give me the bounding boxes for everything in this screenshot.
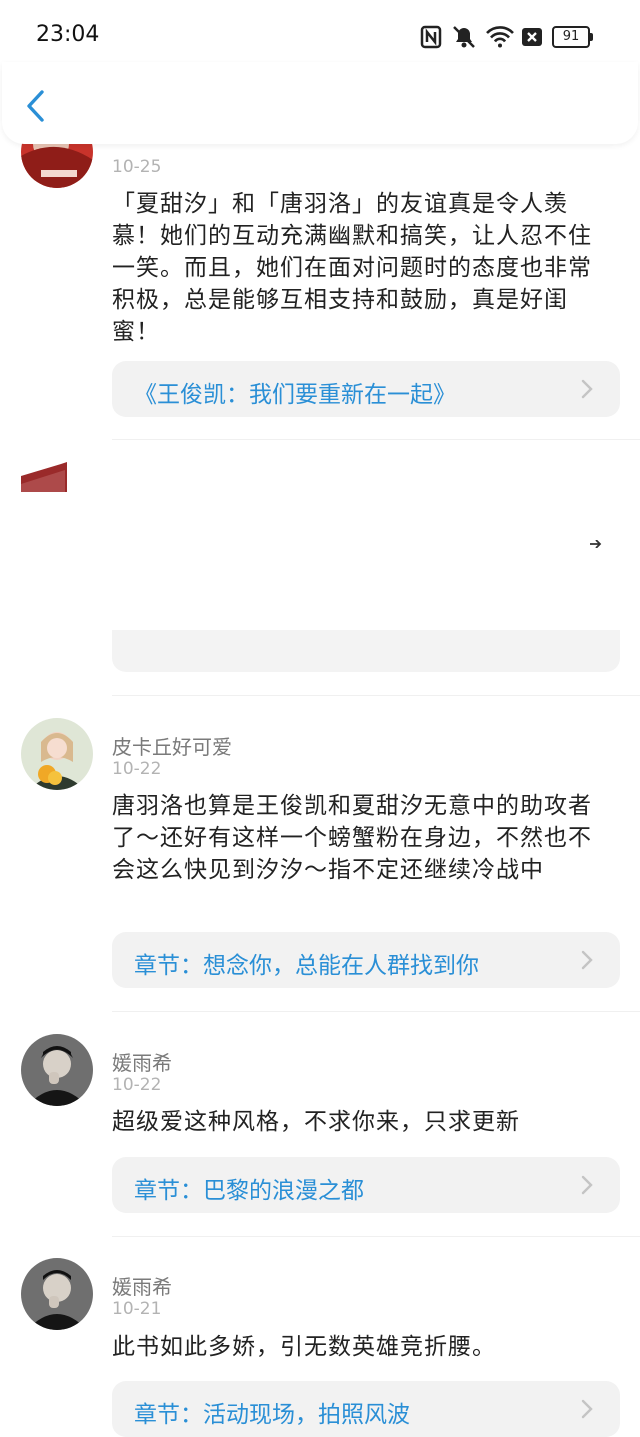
chapter-title: 章节：活动现场，拍照风波 bbox=[134, 1402, 410, 1428]
chapter-title: 章节：巴黎的浪漫之都 bbox=[134, 1178, 364, 1204]
top-header bbox=[2, 62, 638, 144]
chevron-right-icon bbox=[581, 1175, 593, 1195]
chapter-link[interactable]: 章节：活动现场，拍照风波 bbox=[112, 1381, 620, 1437]
avatar[interactable] bbox=[21, 718, 93, 790]
chapter-title: 章节：想念你，总能在人群找到你 bbox=[134, 953, 479, 979]
comment-date: 10-22 bbox=[112, 759, 162, 779]
comment-date: 10-22 bbox=[112, 1075, 162, 1095]
avatar bbox=[21, 462, 71, 508]
wifi-icon bbox=[486, 26, 514, 48]
divider bbox=[112, 1011, 640, 1012]
comment-text: 此书如此多娇，引无数英雄竞折腰。 bbox=[112, 1334, 496, 1360]
chapter-link[interactable]: 章节：想念你，总能在人群找到你 bbox=[112, 932, 620, 988]
close-box-icon bbox=[522, 28, 542, 46]
mark-icon bbox=[590, 540, 602, 548]
username[interactable]: 皮卡丘好可爱 bbox=[112, 731, 232, 760]
username[interactable]: 媛雨希 bbox=[112, 1047, 172, 1076]
comment-text: 唐羽洛也算是王俊凯和夏甜汐无意中的助攻者了～还好有这样一个螃蟹粉在身边，不然也不… bbox=[112, 793, 592, 883]
chevron-right-icon bbox=[581, 379, 593, 399]
chapter-link-obscured bbox=[112, 630, 620, 672]
divider bbox=[112, 1236, 640, 1237]
chapter-link[interactable]: 章节：巴黎的浪漫之都 bbox=[112, 1157, 620, 1213]
chevron-right-icon bbox=[581, 1399, 593, 1419]
nfc-icon bbox=[420, 25, 442, 49]
avatar[interactable] bbox=[21, 1034, 93, 1106]
username[interactable]: 媛雨希 bbox=[112, 1271, 172, 1300]
comment-text: 超级爱这种风格，不求你来，只求更新 bbox=[112, 1109, 520, 1135]
comment-text: 「夏甜汐」和「唐羽洛」的友谊真是令人羡慕！她们的互动充满幽默和搞笑，让人忍不住一… bbox=[112, 191, 592, 345]
battery-indicator: 91 bbox=[552, 26, 593, 48]
chapter-title: 《王俊凯：我们要重新在一起》 bbox=[134, 382, 456, 408]
mute-icon bbox=[453, 26, 475, 48]
chevron-right-icon bbox=[581, 950, 593, 970]
back-arrow-icon[interactable] bbox=[22, 88, 52, 124]
avatar[interactable] bbox=[21, 1258, 93, 1330]
status-time: 23:04 bbox=[36, 22, 100, 47]
comment-date: 10-25 bbox=[112, 157, 162, 177]
divider bbox=[112, 695, 640, 696]
comment-date: 10-21 bbox=[112, 1299, 162, 1319]
chapter-link[interactable]: 《王俊凯：我们要重新在一起》 bbox=[112, 361, 620, 417]
divider bbox=[112, 439, 640, 440]
